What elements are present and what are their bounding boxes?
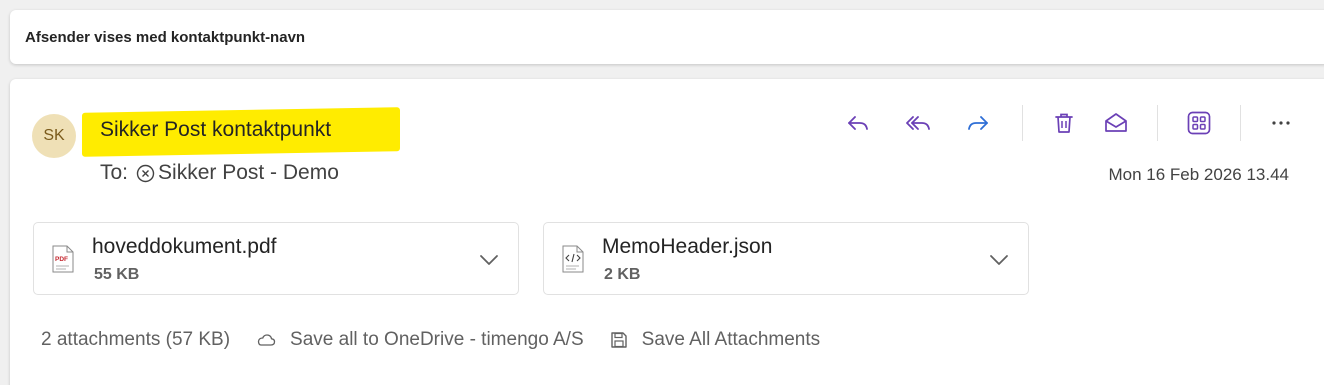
pdf-file-icon: PDF [52, 245, 74, 273]
subject-header: Afsender vises med kontaktpunkt-navn [10, 10, 1324, 64]
toolbar-divider [1022, 105, 1023, 141]
reply-button[interactable] [840, 105, 876, 141]
more-icon [1272, 121, 1290, 125]
toolbar-divider [1240, 105, 1241, 141]
delete-icon [1055, 113, 1073, 133]
message-date: Mon 16 Feb 2026 13.44 [1108, 165, 1289, 184]
forward-icon [968, 116, 988, 130]
chevron-down-icon[interactable] [988, 249, 1010, 271]
reply-all-button[interactable] [900, 105, 936, 141]
attachment-card[interactable]: PDF hoveddokument.pdf 55 KB [33, 222, 519, 295]
sender-name[interactable]: Sikker Post kontaktpunkt [100, 118, 331, 142]
forward-button[interactable] [960, 105, 996, 141]
apps-button[interactable] [1181, 105, 1217, 141]
attachments-summary: 2 attachments (57 KB) [41, 329, 231, 350]
toolbar-divider [1157, 105, 1158, 141]
cloud-icon [257, 334, 276, 346]
subject-title: Afsender vises med kontaktpunkt-navn [25, 29, 306, 46]
save-icon [610, 332, 627, 348]
save-all-attachments-label: Save All Attachments [641, 329, 821, 350]
attachment-card[interactable]: MemoHeader.json 2 KB [543, 222, 1029, 295]
delete-button[interactable] [1046, 105, 1082, 141]
chevron-down-icon[interactable] [478, 249, 500, 271]
save-all-attachments-button[interactable]: Save All Attachments [610, 329, 821, 351]
save-to-onedrive-label: Save all to OneDrive - timengo A/S [290, 329, 584, 350]
message-card: SK Sikker Post kontaktpunkt To: Sikker P… [10, 79, 1324, 385]
to-recipient[interactable]: Sikker Post - Demo [158, 161, 339, 185]
attachment-name: hoveddokument.pdf [92, 235, 277, 258]
attachment-size: 55 KB [94, 266, 140, 283]
mark-read-button[interactable] [1098, 105, 1134, 141]
more-actions-button[interactable] [1263, 105, 1299, 141]
reply-icon [848, 116, 868, 130]
to-label: To: [100, 161, 129, 184]
avatar[interactable]: SK [32, 114, 76, 158]
attachment-name: MemoHeader.json [602, 235, 773, 258]
save-to-onedrive-button[interactable]: Save all to OneDrive - timengo A/S [256, 329, 584, 351]
envelope-open-icon [1105, 113, 1127, 132]
attachments-footer: 2 attachments (57 KB) Save all to OneDri… [41, 329, 820, 351]
svg-text:PDF: PDF [55, 256, 68, 263]
apps-icon [1187, 111, 1211, 135]
attachment-size: 2 KB [604, 266, 641, 283]
to-line: To: Sikker Post - Demo [100, 161, 339, 185]
remove-recipient-icon [136, 164, 155, 183]
code-file-icon [562, 245, 584, 273]
reply-all-icon [906, 116, 930, 130]
